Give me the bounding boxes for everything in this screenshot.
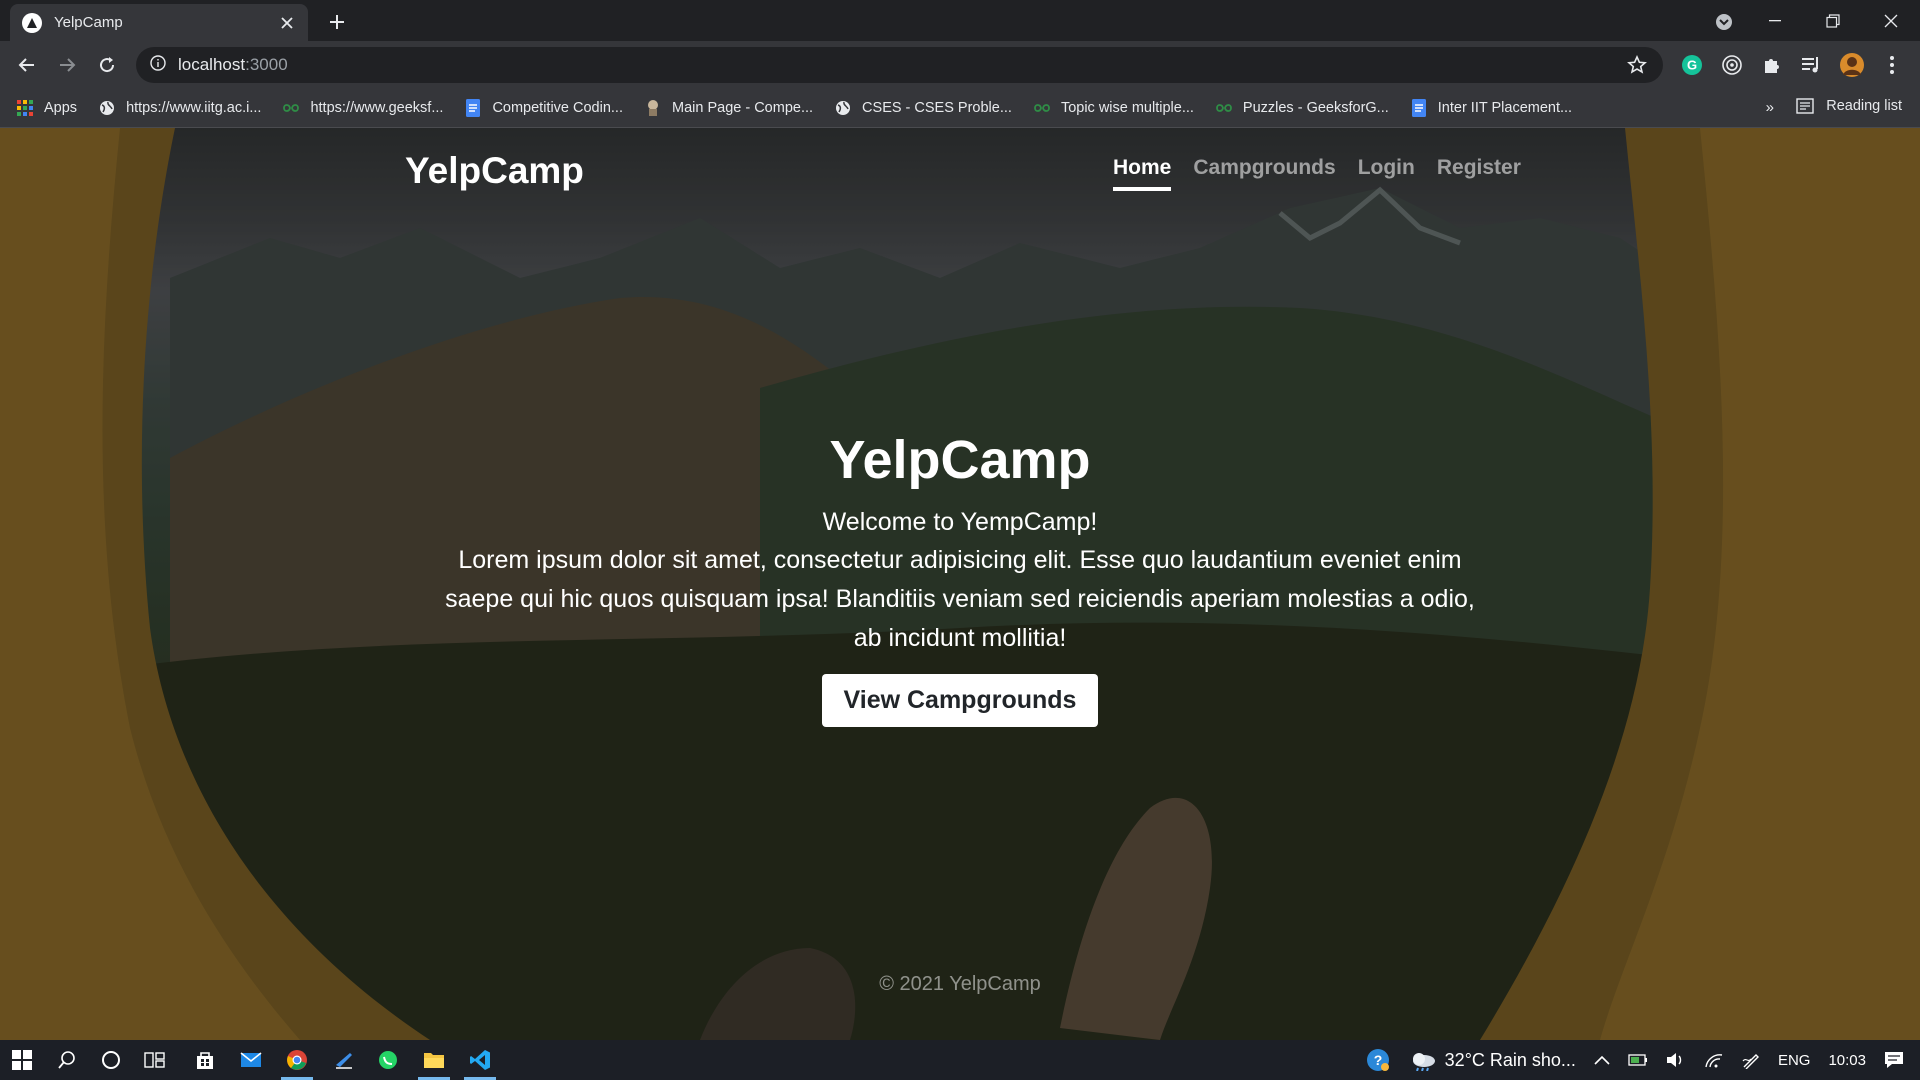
url-port: :3000 bbox=[245, 55, 288, 74]
reading-list-button[interactable]: Reading list bbox=[1796, 97, 1902, 115]
bookmark-item[interactable]: Main Page - Compe... bbox=[644, 99, 813, 117]
cortana-icon[interactable] bbox=[89, 1044, 133, 1076]
favicon-icon bbox=[22, 12, 42, 33]
bookmark-label: Main Page - Compe... bbox=[672, 100, 814, 116]
tab-strip: YelpCamp bbox=[0, 0, 1920, 41]
bookmark-item[interactable]: Topic wise multiple... bbox=[1033, 99, 1194, 117]
reading-list-label: Reading list bbox=[1826, 98, 1902, 114]
window-controls bbox=[1746, 0, 1920, 41]
bookmark-item[interactable]: https://www.geeksf... bbox=[282, 99, 443, 117]
forward-icon[interactable] bbox=[52, 50, 82, 80]
help-icon[interactable]: ? bbox=[1365, 1047, 1391, 1073]
url-host: localhost bbox=[178, 55, 246, 74]
gfg-icon bbox=[1033, 99, 1051, 117]
grammarly-icon[interactable]: G bbox=[1678, 51, 1706, 79]
clock[interactable]: 10:03 bbox=[1828, 1052, 1866, 1069]
hero-background: YelpCamp Home Campgrounds Login Register… bbox=[0, 128, 1920, 1040]
bookmark-item[interactable]: Competitive Codin... bbox=[464, 99, 623, 117]
battery-icon[interactable] bbox=[1628, 1053, 1648, 1067]
bookmark-label: Apps bbox=[44, 100, 78, 116]
bookmarks-overflow-button[interactable]: » bbox=[1766, 99, 1774, 116]
gfg-icon bbox=[282, 99, 300, 117]
weather-text: 32°C Rain sho... bbox=[1444, 1049, 1576, 1070]
hero-section: YelpCamp Welcome to YempCamp! Lorem ipsu… bbox=[420, 428, 1500, 727]
volume-icon[interactable] bbox=[1666, 1052, 1686, 1068]
bookmark-label: https://www.geeksf... bbox=[310, 100, 444, 116]
wifi-icon[interactable] bbox=[1704, 1052, 1724, 1068]
bookmark-label: Competitive Codin... bbox=[492, 100, 623, 116]
nav-register[interactable]: Register bbox=[1437, 156, 1521, 191]
globe-icon bbox=[834, 99, 852, 117]
svg-text:G: G bbox=[1687, 58, 1697, 73]
site-info-icon[interactable] bbox=[150, 54, 166, 76]
notifications-icon[interactable] bbox=[1884, 1051, 1904, 1069]
browser-tab[interactable]: YelpCamp bbox=[10, 4, 308, 41]
pen-app-icon[interactable] bbox=[322, 1044, 366, 1076]
hero-lead: Lorem ipsum dolor sit amet, consectetur … bbox=[445, 546, 1475, 652]
bookmark-label: Topic wise multiple... bbox=[1060, 100, 1194, 116]
tab-search-icon[interactable] bbox=[1710, 8, 1738, 36]
back-icon[interactable] bbox=[12, 50, 42, 80]
apps-grid-icon bbox=[16, 99, 34, 117]
media-queue-icon[interactable] bbox=[1798, 51, 1826, 79]
restore-icon[interactable] bbox=[1804, 0, 1862, 41]
bookmark-label: https://www.iitg.ac.i... bbox=[126, 100, 262, 116]
reload-icon[interactable] bbox=[92, 50, 122, 80]
nav-home[interactable]: Home bbox=[1113, 156, 1172, 191]
bookmark-item[interactable]: Puzzles - GeeksforG... bbox=[1215, 99, 1389, 117]
address-bar[interactable]: localhost:3000 bbox=[136, 47, 1663, 83]
whatsapp-icon[interactable] bbox=[366, 1044, 410, 1076]
store-icon[interactable] bbox=[183, 1044, 227, 1076]
view-campgrounds-button[interactable]: View Campgrounds bbox=[821, 674, 1099, 727]
bookmark-label: CSES - CSES Proble... bbox=[862, 100, 1012, 116]
site-nav: Home Campgrounds Login Register bbox=[1113, 156, 1543, 191]
doc-icon bbox=[1410, 99, 1428, 117]
bookmark-label: Inter IIT Placement... bbox=[1437, 100, 1573, 116]
language-indicator[interactable]: ENG bbox=[1778, 1052, 1811, 1069]
hero-welcome: Welcome to YempCamp! bbox=[822, 508, 1098, 536]
bookmark-item[interactable]: CSES - CSES Proble... bbox=[834, 99, 1012, 117]
pen-workspace-icon[interactable] bbox=[1742, 1051, 1760, 1069]
chevron-up-icon[interactable] bbox=[1594, 1055, 1610, 1065]
bookmarks-bar: Apps https://www.iitg.ac.i... https://www.… bbox=[0, 89, 1920, 128]
file-explorer-icon[interactable] bbox=[412, 1044, 456, 1080]
nav-campgrounds[interactable]: Campgrounds bbox=[1193, 156, 1335, 191]
site-footer: © 2021 YelpCamp bbox=[879, 973, 1041, 995]
profile-avatar[interactable] bbox=[1838, 51, 1866, 79]
system-tray: ? 32°C Rain sho... ENG 10:03 bbox=[1356, 1040, 1920, 1080]
svg-text:?: ? bbox=[1373, 1052, 1382, 1068]
task-view-icon[interactable] bbox=[133, 1044, 177, 1076]
minimize-icon[interactable] bbox=[1746, 0, 1804, 41]
bookmark-item[interactable]: Inter IIT Placement... bbox=[1410, 99, 1572, 117]
extension-target-icon[interactable] bbox=[1718, 51, 1746, 79]
close-window-icon[interactable] bbox=[1862, 0, 1920, 41]
bookmark-item[interactable]: https://www.iitg.ac.i... bbox=[98, 99, 261, 117]
chrome-icon[interactable] bbox=[275, 1044, 319, 1080]
reading-list-icon bbox=[1796, 97, 1814, 115]
mail-icon[interactable] bbox=[229, 1044, 273, 1076]
close-tab-icon[interactable] bbox=[278, 14, 296, 32]
page-icon bbox=[644, 99, 662, 117]
doc-icon bbox=[464, 99, 482, 117]
extensions-puzzle-icon[interactable] bbox=[1758, 51, 1786, 79]
bookmark-item[interactable]: Apps bbox=[16, 99, 77, 117]
windows-start-icon[interactable] bbox=[0, 1044, 44, 1076]
bookmark-star-icon[interactable] bbox=[1627, 55, 1647, 75]
tab-title: YelpCamp bbox=[54, 14, 123, 31]
new-tab-icon[interactable] bbox=[323, 8, 351, 36]
bookmark-label: Puzzles - GeeksforG... bbox=[1242, 100, 1389, 116]
gfg-icon bbox=[1215, 99, 1233, 117]
browser-toolbar: localhost:3000 G bbox=[0, 41, 1920, 89]
site-brand[interactable]: YelpCamp bbox=[405, 150, 584, 192]
windows-taskbar: ? 32°C Rain sho... ENG 10:03 bbox=[0, 1040, 1920, 1080]
vscode-icon[interactable] bbox=[458, 1044, 502, 1080]
nav-login[interactable]: Login bbox=[1358, 156, 1415, 191]
weather-widget[interactable]: 32°C Rain sho... bbox=[1409, 1049, 1576, 1071]
menu-kebab-icon[interactable] bbox=[1878, 51, 1906, 79]
globe-icon bbox=[98, 99, 116, 117]
hero-title: YelpCamp bbox=[829, 430, 1091, 490]
search-icon[interactable] bbox=[45, 1044, 89, 1076]
